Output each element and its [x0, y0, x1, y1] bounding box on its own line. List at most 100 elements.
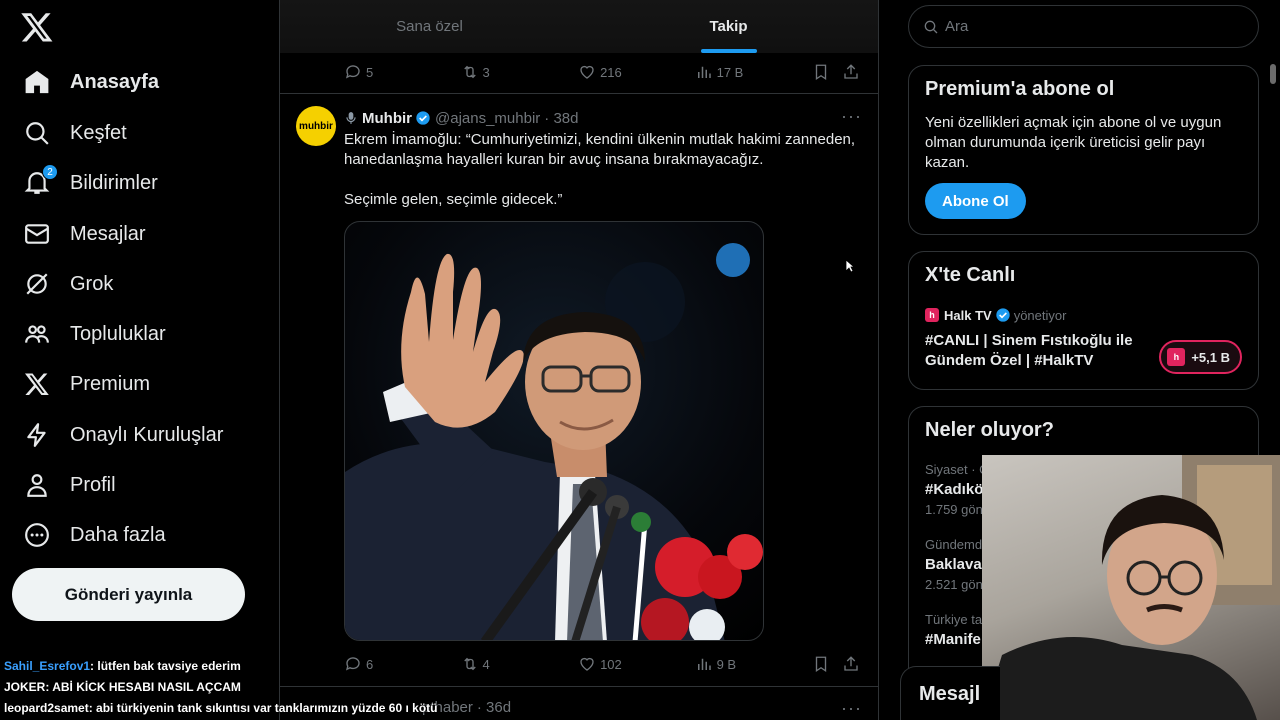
nav-label: Premium [70, 372, 151, 395]
chat-username: leopard2samet [4, 701, 89, 715]
reply-icon [345, 65, 360, 79]
tweet-header: Muhbir @ajans_muhbir · 38d [344, 108, 578, 128]
live-host-suffix: yönetiyor [1013, 307, 1067, 323]
webcam-overlay [982, 455, 1280, 720]
views-button[interactable]: 9 B [695, 655, 813, 673]
messages-drawer[interactable]: Mesajl [900, 666, 1000, 720]
live-viewers-count: +5,1 B [1191, 349, 1230, 365]
nav-notifications[interactable]: 2 Bildirimler [22, 163, 158, 203]
repost-button[interactable]: 3 [461, 63, 579, 81]
share-icon[interactable] [842, 63, 864, 81]
chat-message: Sahil_Esrefov1: lütfen bak tavsiye ederi… [4, 656, 604, 677]
mouse-cursor-icon [845, 259, 855, 273]
live-stream-title[interactable]: #CANLI | Sinem Fıstıkoğlu ile Gündem Öze… [925, 331, 1150, 371]
search-box[interactable] [908, 5, 1259, 48]
nav-communities[interactable]: Topluluklar [22, 314, 166, 354]
nav-premium[interactable]: Premium [22, 364, 150, 404]
trends-title: Neler oluyor? [925, 419, 1054, 441]
nav-label: Grok [70, 272, 114, 295]
avatar[interactable]: muhbir [296, 106, 336, 146]
timeline-tabs: Sana özel Takip [280, 0, 878, 53]
communities-icon [22, 319, 52, 349]
live-card: X'te Canlı h Halk TV yönetiyor #CANLI | … [908, 251, 1259, 390]
author-handle[interactable]: @ajans_muhbir [435, 110, 540, 127]
nav-label: Anasayfa [70, 70, 159, 93]
microphone-icon [344, 110, 358, 126]
left-sidebar: Anasayfa Keşfet 2 Bildirimler Mesajlar G… [0, 0, 279, 720]
search-icon [924, 20, 938, 33]
more-icon[interactable]: ··· [841, 106, 862, 127]
bookmark-icon[interactable] [812, 655, 842, 673]
nav-label: Onaylı Kuruluşlar [70, 423, 224, 446]
notification-badge: 2 [42, 164, 58, 180]
chat-text: : lütfen bak tavsiye ederim [90, 659, 241, 673]
search-icon [22, 118, 52, 148]
nav-more[interactable]: Daha fazla [22, 515, 166, 555]
repost-icon [463, 65, 476, 79]
tab-for-you[interactable]: Sana özel [280, 0, 579, 53]
views-icon [697, 66, 711, 78]
author-name[interactable]: Muhbir [362, 110, 412, 127]
tweet-text: Ekrem İmamoğlu: “Cumhuriyetimizi, kendin… [344, 130, 864, 230]
live-host-name: Halk TV [944, 307, 992, 323]
premium-description: Yeni özellikleri açmak için abone ol ve … [925, 114, 1222, 171]
heart-icon [580, 65, 594, 79]
x-logo-icon[interactable] [20, 10, 56, 46]
page-scrollbar[interactable] [1270, 64, 1276, 84]
nav-grok[interactable]: Grok [22, 264, 113, 304]
nav-home[interactable]: Anasayfa [22, 62, 159, 102]
nav-messages[interactable]: Mesajlar [22, 214, 146, 254]
nav-profile[interactable]: Profil [22, 465, 116, 505]
more-circle-icon [22, 520, 52, 550]
views-button[interactable]: 17 B [695, 63, 813, 81]
politician-photo [345, 243, 763, 640]
halktv-logo-icon: h [925, 308, 939, 322]
share-icon[interactable] [842, 655, 864, 673]
like-button[interactable]: 216 [578, 63, 695, 81]
nav-label: Bildirimler [70, 171, 158, 194]
nav-verified-orgs[interactable]: Onaylı Kuruluşlar [22, 415, 223, 455]
live-title: X'te Canlı [925, 264, 1016, 286]
person-icon [22, 470, 52, 500]
nav-label: Profil [70, 473, 116, 496]
search-input[interactable] [945, 18, 1225, 35]
nav-label: Topluluklar [70, 322, 166, 345]
post-button[interactable]: Gönderi yayınla [12, 568, 245, 621]
lightning-icon [22, 420, 52, 450]
views-count: 9 B [716, 656, 737, 672]
premium-card: Premium'a abone ol Yeni özellikleri açma… [908, 65, 1259, 235]
bookmark-icon[interactable] [812, 63, 842, 81]
nav-label: Daha fazla [70, 523, 166, 546]
tweet-paragraph: Seçimle gelen, seçimle gidecek.” [344, 191, 563, 208]
stream-chat-overlay: Sahil_Esrefov1: lütfen bak tavsiye ederi… [4, 656, 604, 719]
reply-button[interactable]: 5 [344, 63, 461, 81]
mail-icon [22, 219, 52, 249]
chat-message: leopard2samet: abi türkiyenin tank sıkın… [4, 698, 604, 719]
reply-count: 5 [366, 64, 374, 80]
halktv-logo-icon: h [1167, 348, 1186, 366]
live-host[interactable]: h Halk TV yönetiyor [925, 307, 1242, 323]
chat-text: : abi türkiyenin tank sıkıntısı var tank… [88, 701, 438, 715]
tweet-time[interactable]: · 38d [544, 110, 578, 127]
verified-badge-icon [416, 111, 430, 125]
timeline: Sana özel Takip 5 3 216 17 B muhbir Muhb… [279, 0, 879, 720]
nav-label: Mesajlar [70, 222, 146, 245]
subscribe-button[interactable]: Abone Ol [925, 183, 1026, 219]
bell-icon: 2 [22, 164, 58, 198]
chat-message: JOKER: ABİ KİCK HESABI NASIL AÇCAM [4, 677, 604, 698]
more-icon[interactable]: ··· [841, 698, 862, 719]
views-icon [697, 658, 711, 670]
streamer-video [982, 455, 1280, 720]
repost-count: 3 [482, 64, 490, 80]
prev-tweet-actions: 5 3 216 17 B [344, 61, 864, 83]
like-count: 216 [600, 64, 622, 80]
tweet-photo[interactable] [344, 221, 764, 641]
divider [280, 93, 878, 94]
tab-following[interactable]: Takip [579, 0, 878, 53]
tweet-paragraph: Ekrem İmamoğlu: “Cumhuriyetimizi, kendin… [344, 131, 856, 168]
nav-explore[interactable]: Keşfet [22, 113, 127, 153]
live-viewers-pill[interactable]: h +5,1 B [1159, 340, 1242, 374]
grok-icon [22, 269, 52, 299]
views-count: 17 B [716, 64, 744, 80]
x-logo-icon [22, 369, 52, 399]
